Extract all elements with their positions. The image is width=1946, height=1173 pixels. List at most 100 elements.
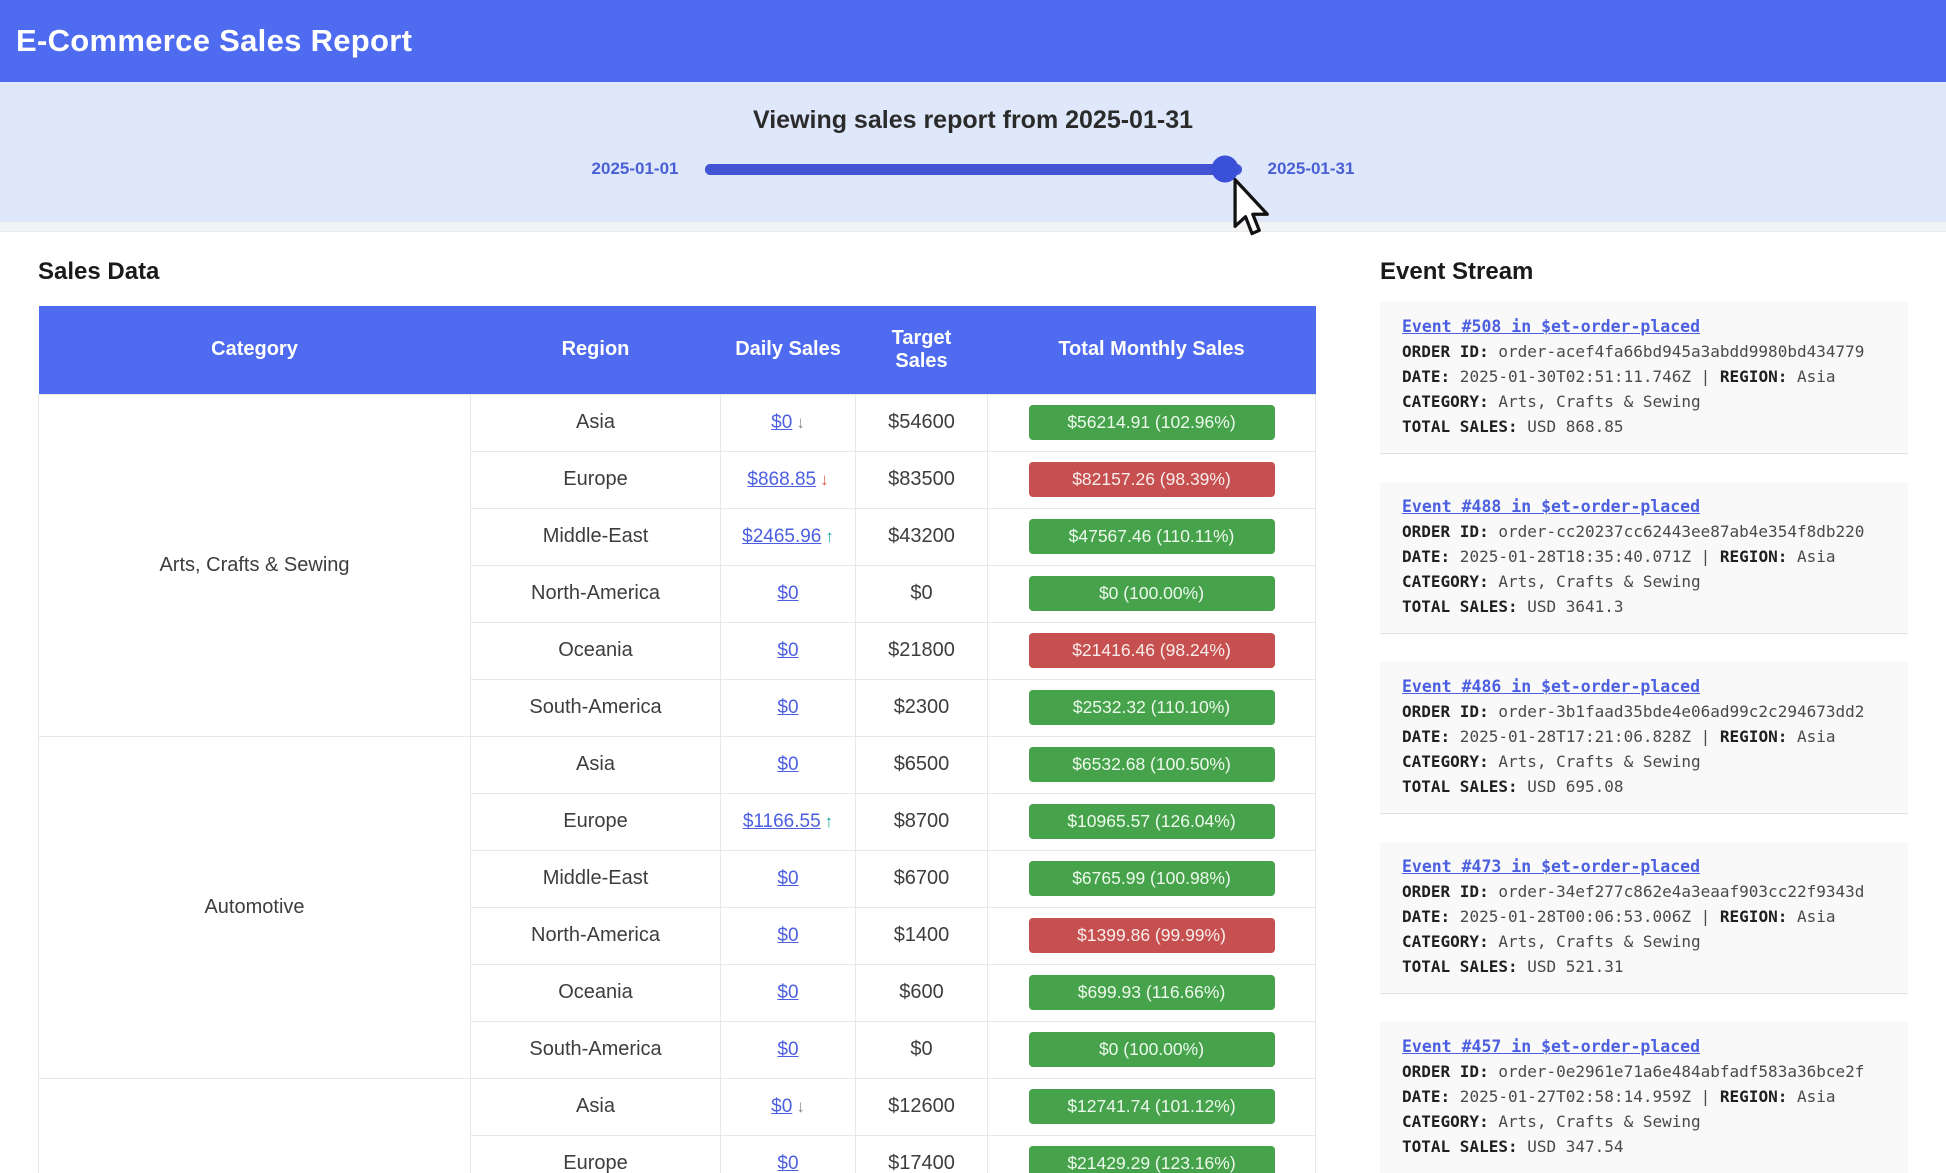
event-field-value: 2025-01-28T00:06:53.006Z xyxy=(1450,907,1691,926)
daily-sales-cell: $0 xyxy=(721,850,856,907)
daily-sales-cell: $0 xyxy=(721,736,856,793)
daily-sales-cell: $1166.55↑ xyxy=(721,793,856,850)
total-monthly-cell: $0 (100.00%) xyxy=(988,565,1316,622)
event-field-label: REGION: xyxy=(1720,907,1787,926)
event-title-link[interactable]: Event #488 in $et-order-placed xyxy=(1402,494,1700,519)
daily-sales-link[interactable]: $0 xyxy=(771,1096,792,1117)
category-cell: Arts, Crafts & Sewing xyxy=(39,394,471,736)
event-field-label: TOTAL SALES: xyxy=(1402,417,1518,436)
event-field-value: order-3b1faad35bde4e06ad99c2c294673dd2 xyxy=(1489,702,1865,721)
total-monthly-cell: $10965.57 (126.04%) xyxy=(988,793,1316,850)
daily-sales-cell: $0 xyxy=(721,679,856,736)
mouse-cursor-icon xyxy=(1232,178,1272,236)
region-cell: Asia xyxy=(471,1078,721,1135)
daily-sales-cell: $0 xyxy=(721,622,856,679)
date-slider-track[interactable] xyxy=(705,164,1242,175)
event-field-label: ORDER ID: xyxy=(1402,342,1489,361)
target-sales-cell: $83500 xyxy=(856,451,988,508)
event-separator: | xyxy=(1691,367,1720,386)
total-monthly-badge: $6765.99 (100.98%) xyxy=(1029,861,1275,896)
event-field-label: TOTAL SALES: xyxy=(1402,777,1518,796)
total-monthly-badge: $12741.74 (101.12%) xyxy=(1029,1089,1275,1124)
region-cell: Asia xyxy=(471,736,721,793)
target-sales-cell: $2300 xyxy=(856,679,988,736)
daily-sales-cell: $0 xyxy=(721,1021,856,1078)
column-header-region: Region xyxy=(471,306,721,394)
target-sales-cell: $1400 xyxy=(856,907,988,964)
event-list: Event #508 in $et-order-placedORDER ID: … xyxy=(1380,302,1908,1173)
event-card: Event #457 in $et-order-placedORDER ID: … xyxy=(1380,1022,1908,1173)
total-monthly-badge: $699.93 (116.66%) xyxy=(1029,975,1275,1010)
daily-sales-link[interactable]: $0 xyxy=(777,754,798,775)
event-field-value: order-0e2961e71a6e484abfadf583a36bce2f xyxy=(1489,1062,1865,1081)
daily-sales-link[interactable]: $868.85 xyxy=(747,469,816,490)
event-separator: | xyxy=(1691,727,1720,746)
event-field-label: CATEGORY: xyxy=(1402,392,1489,411)
event-title-link[interactable]: Event #457 in $et-order-placed xyxy=(1402,1034,1700,1059)
target-sales-cell: $54600 xyxy=(856,394,988,451)
daily-sales-link[interactable]: $0 xyxy=(777,982,798,1003)
daily-sales-link[interactable]: $0 xyxy=(777,868,798,889)
event-title-link[interactable]: Event #508 in $et-order-placed xyxy=(1402,314,1700,339)
event-field-value: Arts, Crafts & Sewing xyxy=(1489,1112,1701,1131)
event-field-value: Asia xyxy=(1787,727,1835,746)
total-monthly-badge: $56214.91 (102.96%) xyxy=(1029,405,1275,440)
event-date-region-line: DATE: 2025-01-30T02:51:11.746Z | REGION:… xyxy=(1402,364,1886,389)
daily-sales-link[interactable]: $0 xyxy=(777,1039,798,1060)
daily-sales-cell: $0 xyxy=(721,1135,856,1173)
event-field-value: 2025-01-30T02:51:11.746Z xyxy=(1450,367,1691,386)
target-sales-cell: $17400 xyxy=(856,1135,988,1173)
main-content: Sales Data Category Region Daily Sales T… xyxy=(0,232,1946,1173)
target-sales-cell: $12600 xyxy=(856,1078,988,1135)
sales-table-body: Arts, Crafts & SewingAsia$0↓$54600$56214… xyxy=(39,394,1316,1173)
event-field-value: 2025-01-28T17:21:06.828Z xyxy=(1450,727,1691,746)
total-monthly-badge: $21429.29 (123.16%) xyxy=(1029,1146,1275,1173)
event-total-sales-line: TOTAL SALES: USD 695.08 xyxy=(1402,774,1886,799)
event-field-value: USD 347.54 xyxy=(1518,1137,1624,1156)
event-field-label: DATE: xyxy=(1402,547,1450,566)
total-monthly-cell: $82157.26 (98.39%) xyxy=(988,451,1316,508)
total-monthly-cell: $21416.46 (98.24%) xyxy=(988,622,1316,679)
event-date-region-line: DATE: 2025-01-28T17:21:06.828Z | REGION:… xyxy=(1402,724,1886,749)
event-separator: | xyxy=(1691,907,1720,926)
event-category-line: CATEGORY: Arts, Crafts & Sewing xyxy=(1402,749,1886,774)
event-date-region-line: DATE: 2025-01-27T02:58:14.959Z | REGION:… xyxy=(1402,1084,1886,1109)
event-total-sales-line: TOTAL SALES: USD 868.85 xyxy=(1402,414,1886,439)
region-cell: South-America xyxy=(471,1021,721,1078)
event-category-line: CATEGORY: Arts, Crafts & Sewing xyxy=(1402,569,1886,594)
event-field-label: ORDER ID: xyxy=(1402,522,1489,541)
total-monthly-cell: $6765.99 (100.98%) xyxy=(988,850,1316,907)
total-monthly-cell: $56214.91 (102.96%) xyxy=(988,394,1316,451)
event-separator: | xyxy=(1691,547,1720,566)
event-field-value: USD 3641.3 xyxy=(1518,597,1624,616)
event-field-label: DATE: xyxy=(1402,1087,1450,1106)
event-field-label: ORDER ID: xyxy=(1402,882,1489,901)
total-monthly-badge: $0 (100.00%) xyxy=(1029,576,1275,611)
daily-sales-link[interactable]: $0 xyxy=(771,412,792,433)
total-monthly-cell: $1399.86 (99.99%) xyxy=(988,907,1316,964)
daily-sales-link[interactable]: $0 xyxy=(777,583,798,604)
region-cell: Oceania xyxy=(471,964,721,1021)
daily-sales-link[interactable]: $0 xyxy=(777,697,798,718)
section-divider xyxy=(0,222,1946,232)
daily-sales-link[interactable]: $0 xyxy=(777,640,798,661)
table-row: Arts, Crafts & SewingAsia$0↓$54600$56214… xyxy=(39,394,1316,451)
event-title-link[interactable]: Event #486 in $et-order-placed xyxy=(1402,674,1700,699)
daily-sales-link[interactable]: $2465.96 xyxy=(742,526,821,547)
daily-sales-cell: $0 xyxy=(721,565,856,622)
event-title-link[interactable]: Event #473 in $et-order-placed xyxy=(1402,854,1700,879)
event-field-label: TOTAL SALES: xyxy=(1402,1137,1518,1156)
target-sales-cell: $8700 xyxy=(856,793,988,850)
daily-sales-link[interactable]: $1166.55 xyxy=(743,811,821,832)
total-monthly-cell: $21429.29 (123.16%) xyxy=(988,1135,1316,1173)
event-card: Event #488 in $et-order-placedORDER ID: … xyxy=(1380,482,1908,634)
event-order-id-line: ORDER ID: order-acef4fa66bd945a3abdd9980… xyxy=(1402,339,1886,364)
daily-sales-link[interactable]: $0 xyxy=(777,925,798,946)
daily-sales-link[interactable]: $0 xyxy=(777,1153,798,1173)
total-monthly-badge: $82157.26 (98.39%) xyxy=(1029,462,1275,497)
event-field-value: Asia xyxy=(1787,907,1835,926)
total-monthly-cell: $0 (100.00%) xyxy=(988,1021,1316,1078)
event-field-value: Arts, Crafts & Sewing xyxy=(1489,392,1701,411)
event-field-label: CATEGORY: xyxy=(1402,932,1489,951)
event-field-value: Asia xyxy=(1787,367,1835,386)
